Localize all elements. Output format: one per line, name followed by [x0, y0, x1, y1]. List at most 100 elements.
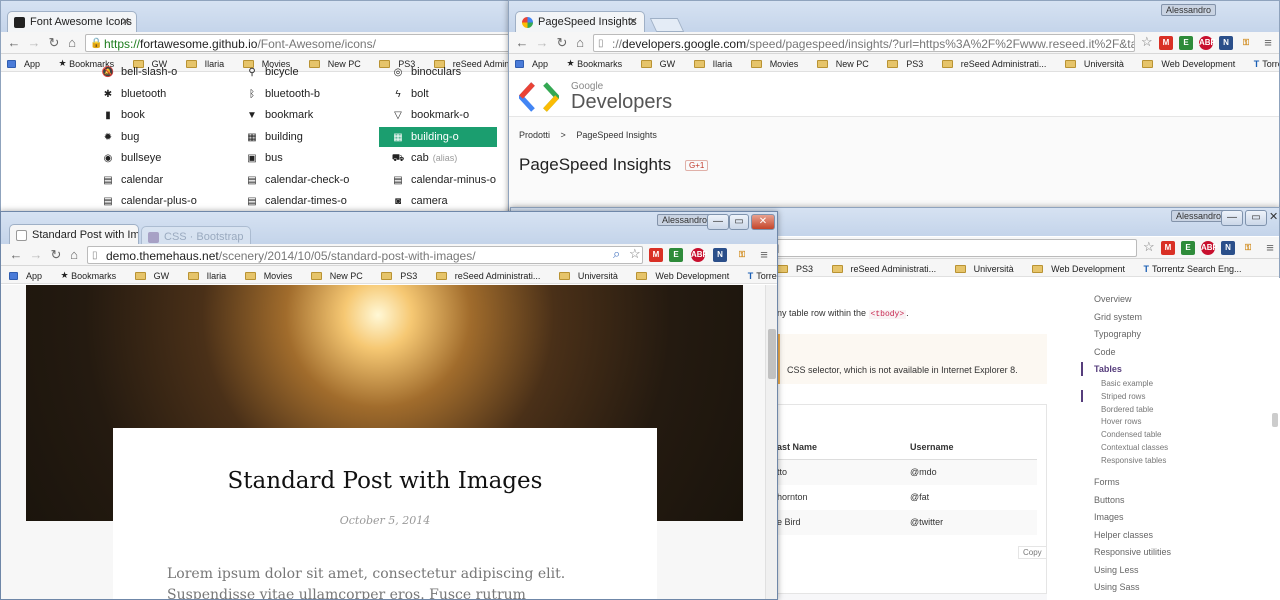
sidenav-link[interactable]: Typography — [1094, 329, 1141, 339]
bm-folder[interactable]: Web Development — [1032, 259, 1133, 276]
sidenav-link[interactable]: Bordered table — [1101, 405, 1153, 414]
icon-list-item[interactable]: ᛒ bluetooth-b — [245, 84, 320, 104]
n-extension-icon[interactable]: N — [713, 248, 727, 262]
bm-folder[interactable]: reSeed Administrati... — [831, 259, 945, 276]
gmail-icon[interactable]: M — [649, 248, 663, 262]
icon-list-item[interactable]: ◙ camera — [391, 191, 448, 211]
icon-list-item[interactable]: ◎ binoculars — [391, 64, 462, 82]
new-tab-button[interactable] — [649, 18, 685, 32]
icon-list-item[interactable]: ▦ building — [245, 127, 303, 147]
bm-folder[interactable]: reSeed Administrati... — [435, 266, 549, 283]
bm-folder[interactable]: Movies — [750, 54, 807, 71]
breadcrumb-pagespeed[interactable]: PageSpeed Insights — [576, 130, 657, 140]
icon-list-item[interactable]: ▼ bookmark — [245, 105, 313, 125]
sidenav-link[interactable]: Forms — [1094, 477, 1120, 487]
bm-folder[interactable]: Movies — [244, 266, 301, 283]
back-icon[interactable]: ← — [7, 35, 21, 50]
adblock-icon[interactable]: ABP — [1199, 36, 1216, 50]
close-tab-icon[interactable]: ✕ — [121, 15, 130, 28]
bm-folder[interactable]: New PC — [310, 266, 371, 283]
tab-pagespeed[interactable]: PageSpeed Insights ✕ — [515, 11, 645, 33]
address-bar[interactable]: ▯ demo.themehaus.net/scenery/2014/10/05/… — [87, 246, 643, 264]
icon-list-item[interactable]: ▤ calendar-minus-o — [391, 170, 496, 190]
icon-list-item[interactable]: ◉ bullseye — [101, 148, 162, 168]
sidenav-link[interactable]: Tables — [1094, 364, 1122, 374]
sidenav-link[interactable]: Hover rows — [1101, 417, 1141, 426]
bm-folder[interactable]: reSeed Administrati... — [941, 54, 1055, 71]
gmail-icon[interactable]: M — [1159, 36, 1173, 50]
address-bar[interactable]: ▯ ://developers.google.com/speed/pagespe… — [593, 34, 1135, 52]
bm-torrentz[interactable]: TTorrentz Search Eng... — [1254, 54, 1279, 71]
icon-list-item[interactable]: ✹ bug — [101, 127, 140, 147]
bm-folder[interactable]: PS3 — [381, 266, 425, 283]
icon-list-item[interactable]: ▤ calendar — [101, 170, 163, 190]
icon-list-item[interactable]: ▤ calendar-plus-o — [101, 191, 197, 211]
home-icon[interactable]: ⌂ — [65, 35, 79, 50]
icon-list-item[interactable]: ✱ bluetooth — [101, 84, 166, 104]
profile-name[interactable]: Alessandro — [1171, 210, 1227, 222]
icon-list-item[interactable]: ▤ calendar-check-o — [245, 170, 349, 190]
minimize-button[interactable]: — — [707, 214, 729, 230]
key-icon[interactable]: ⚿ — [1241, 241, 1255, 255]
bm-folder[interactable]: PS3 — [887, 54, 931, 71]
close-window-icon[interactable]: ✕ — [1269, 210, 1278, 223]
adblock-icon[interactable]: ABP — [1201, 241, 1218, 255]
post-date[interactable]: October 5, 2014 — [113, 514, 657, 527]
developers-logo[interactable]: Google Developers — [517, 81, 672, 115]
home-icon[interactable]: ⌂ — [573, 35, 587, 50]
bm-folder[interactable]: PS3 — [777, 259, 821, 276]
icon-list-item[interactable]: ▽ bookmark-o — [391, 105, 469, 125]
address-bar[interactable]: ed — [761, 239, 1137, 257]
forward-icon[interactable]: → — [29, 247, 43, 262]
scrollbar-thumb[interactable] — [1272, 413, 1278, 427]
key-icon[interactable]: ⚿ — [735, 248, 749, 262]
sidenav-link[interactable]: Overview — [1094, 294, 1132, 304]
sidenav-link[interactable]: Responsive tables — [1101, 456, 1166, 465]
gplus-button[interactable]: G+1 — [685, 160, 709, 171]
profile-name[interactable]: Alessandro — [1161, 4, 1217, 16]
sidenav-link[interactable]: Buttons — [1094, 495, 1125, 505]
bm-folder[interactable]: New PC — [816, 54, 877, 71]
icon-list-item[interactable]: ▮ book — [101, 105, 145, 125]
maximize-button[interactable]: ▭ — [1245, 210, 1267, 226]
evernote-icon[interactable]: E — [1181, 241, 1195, 255]
n-extension-icon[interactable]: N — [1221, 241, 1235, 255]
tab-blog[interactable]: Standard Post with Images — [9, 224, 139, 246]
sidenav-link[interactable]: Images — [1094, 512, 1124, 522]
bookmarks-star-item[interactable]: ★ Bookmarks — [567, 54, 631, 71]
icon-list-item[interactable]: ⚲ bicycle — [245, 64, 298, 82]
apps-bookmark[interactable]: App — [515, 54, 556, 71]
close-tab-icon[interactable]: ✕ — [629, 15, 638, 28]
address-bar[interactable]: 🔒 https://fortawesome.github.io/Font-Awe… — [85, 34, 511, 52]
evernote-icon[interactable]: E — [1179, 36, 1193, 50]
sidenav-link[interactable]: Contextual classes — [1101, 443, 1168, 452]
scrollbar-thumb[interactable] — [768, 329, 776, 379]
bm-folder[interactable]: Università — [1064, 54, 1132, 71]
icon-list-item[interactable]: ▣ bus — [245, 148, 282, 168]
sidenav-link[interactable]: Using Sass — [1094, 582, 1140, 592]
tab-font-awesome[interactable]: Font Awesome Icons ✕ — [7, 11, 137, 33]
back-icon[interactable]: ← — [9, 247, 23, 262]
profile-name[interactable]: Alessandro — [657, 214, 713, 226]
back-icon[interactable]: ← — [515, 35, 529, 50]
icon-list-item[interactable]: ⛟ cab (alias) — [391, 148, 458, 168]
star-icon[interactable]: ☆ — [1141, 34, 1153, 50]
icon-list-item[interactable]: ▦ building-o — [379, 126, 497, 147]
sidenav-link[interactable]: Code — [1094, 347, 1116, 357]
forward-icon[interactable]: → — [27, 35, 41, 50]
minimize-button[interactable]: — — [1221, 210, 1243, 226]
bm-folder[interactable]: Web Development — [1142, 54, 1243, 71]
star-icon[interactable]: ☆ — [629, 246, 641, 262]
breadcrumb-prodotti[interactable]: Prodotti — [519, 130, 550, 140]
zoom-search-icon[interactable]: ⌕ — [613, 246, 620, 262]
sidenav-link[interactable]: Basic example — [1101, 379, 1153, 388]
reload-icon[interactable]: ↻ — [49, 247, 63, 263]
icon-list-item[interactable]: 🔕 bell-slash-o — [101, 64, 177, 82]
maximize-button[interactable]: ▭ — [729, 214, 749, 230]
gmail-icon[interactable]: M — [1161, 241, 1175, 255]
key-icon[interactable]: ⚿ — [1239, 36, 1253, 50]
apps-bookmark[interactable]: App — [9, 266, 50, 283]
forward-icon[interactable]: → — [535, 35, 549, 50]
bookmarks-star-item[interactable]: ★ Bookmarks — [61, 266, 125, 283]
menu-icon[interactable]: ≡ — [757, 247, 771, 262]
